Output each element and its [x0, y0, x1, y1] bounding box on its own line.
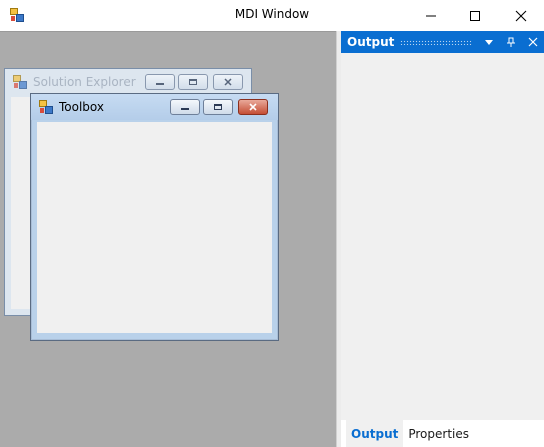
dropdown-icon [485, 40, 493, 45]
restore-icon [189, 79, 197, 85]
title-bar[interactable]: MDI Window [0, 0, 544, 31]
tab-output[interactable]: Output [346, 420, 404, 447]
maximize-icon [470, 10, 480, 21]
child-close-button[interactable] [213, 74, 243, 90]
close-icon [515, 10, 527, 21]
child-title-bar[interactable]: Toolbox [31, 94, 278, 120]
dock-dropdown-button[interactable] [478, 31, 500, 53]
mdi-client-area[interactable]: Solution Explorer Toolbox [0, 31, 336, 447]
child-close-button[interactable] [238, 99, 268, 115]
child-title: Toolbox [59, 100, 104, 114]
child-restore-button[interactable] [203, 99, 233, 115]
app-window-icon [39, 100, 53, 114]
dock-header[interactable]: Output [341, 31, 544, 53]
close-icon [528, 37, 538, 47]
dock-pin-button[interactable] [500, 31, 522, 53]
output-dock-panel[interactable]: Output Output Properties [341, 31, 544, 447]
child-minimize-button[interactable] [145, 74, 175, 90]
child-restore-button[interactable] [178, 74, 208, 90]
minimize-icon [156, 83, 164, 85]
tab-properties[interactable]: Properties [403, 420, 474, 447]
app-window-icon [13, 75, 27, 89]
close-button[interactable] [498, 0, 544, 31]
child-title: Solution Explorer [33, 75, 136, 89]
restore-icon [214, 104, 222, 110]
output-content[interactable] [341, 53, 544, 419]
child-title-bar[interactable]: Solution Explorer [5, 69, 251, 95]
minimize-button[interactable] [408, 0, 454, 31]
close-icon [224, 78, 232, 86]
dock-title: Output [347, 35, 395, 49]
mdi-child-toolbox[interactable]: Toolbox [30, 93, 279, 341]
pin-icon [507, 37, 515, 47]
minimize-icon [181, 108, 189, 110]
close-icon [249, 103, 257, 111]
dock-grip[interactable] [400, 39, 472, 45]
child-client-area[interactable] [37, 122, 272, 333]
dock-close-button[interactable] [522, 31, 544, 53]
dock-tab-strip: Output Properties [341, 420, 544, 447]
child-minimize-button[interactable] [170, 99, 200, 115]
minimize-icon [426, 15, 436, 16]
maximize-button[interactable] [452, 0, 498, 31]
